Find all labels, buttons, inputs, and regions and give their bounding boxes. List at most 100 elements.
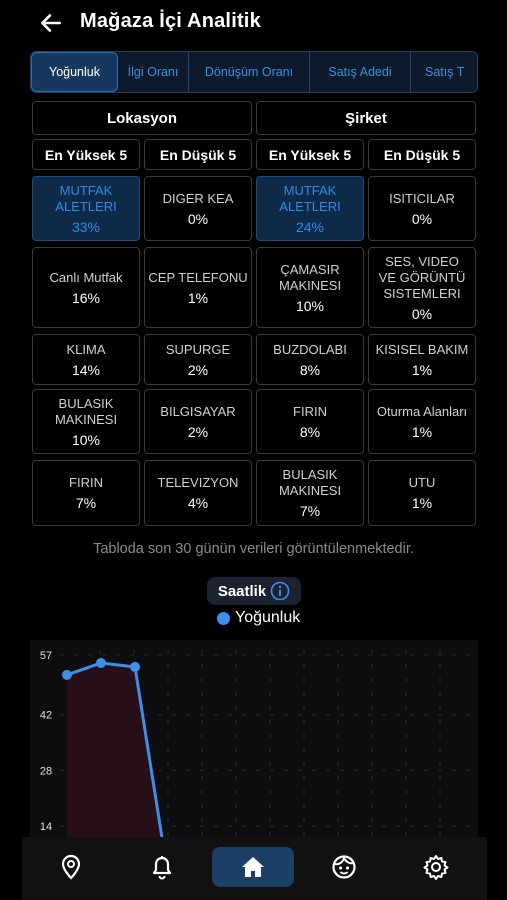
- cell-label: BULASIK MAKINESI: [54, 395, 118, 427]
- line-chart: 57 42 28 14: [40, 650, 470, 840]
- cell-value: 7%: [299, 503, 321, 519]
- legend-label: Yoğunluk: [235, 609, 301, 626]
- tab-donusum-orani[interactable]: Dönüşüm Oranı: [189, 52, 310, 92]
- cell-value: 2%: [187, 423, 209, 440]
- subheader-2: En Yüksek 5: [256, 139, 364, 170]
- cell-value: 16%: [71, 289, 101, 306]
- cell-label: CEP TELEFONU: [148, 269, 248, 285]
- nav-home[interactable]: [212, 847, 294, 887]
- y-tick-label: 57: [40, 650, 52, 662]
- cell-label: KISISEL BAKIM: [375, 341, 469, 357]
- table-cell[interactable]: TELEVIZYON 4%: [144, 460, 252, 526]
- table-cell[interactable]: Oturma Alanları 1%: [368, 389, 476, 454]
- cell-label: BILGISAYAR: [160, 403, 236, 419]
- cell-value: 0%: [187, 210, 209, 227]
- y-tick-label: 42: [40, 710, 52, 722]
- chart-legend: Yoğunluk: [217, 609, 300, 627]
- table-cell[interactable]: BULASIK MAKINESI 10%: [32, 389, 140, 454]
- nav-notifications[interactable]: [139, 847, 185, 887]
- nav-face[interactable]: [321, 847, 367, 887]
- gear-icon: [423, 855, 449, 880]
- table-cell[interactable]: Canlı Mutfak 16%: [32, 247, 140, 328]
- table-cell[interactable]: KISISEL BAKIM 1%: [368, 334, 476, 385]
- group-header-sirket: Şirket: [256, 101, 476, 135]
- legend-swatch: [217, 611, 230, 625]
- cell-label: MUTFAK ALETLERI: [279, 182, 341, 214]
- table-cell[interactable]: DIGER KEA 0%: [144, 176, 252, 241]
- cell-label: MUTFAK ALETLERI: [55, 182, 117, 214]
- cell-label: Canlı Mutfak: [49, 269, 123, 285]
- table-cell[interactable]: MUTFAK ALETLERI 24%: [256, 176, 364, 241]
- cell-value: 10%: [295, 297, 325, 314]
- cell-label: UTU: [408, 475, 436, 490]
- tab-satis-tutari[interactable]: Satış T: [411, 52, 477, 92]
- y-tick-label: 14: [40, 821, 52, 833]
- density-chart: 57 42 28 14: [30, 640, 478, 840]
- subheader-1: En Düşük 5: [144, 139, 252, 170]
- table-cell[interactable]: MUTFAK ALETLERI 33%: [32, 176, 140, 241]
- cell-label: BUZDOLABI: [273, 341, 347, 357]
- period-selector[interactable]: Saatlik: [207, 577, 301, 605]
- cell-value: 0%: [411, 305, 433, 322]
- face-icon: [332, 855, 356, 879]
- table-cell[interactable]: BILGISAYAR 2%: [144, 389, 252, 454]
- table-cell[interactable]: SES, VIDEO VE GÖRÜNTÜ SISTEMLERI 0%: [368, 247, 476, 328]
- cell-value: 10%: [71, 431, 101, 448]
- info-icon[interactable]: [270, 581, 290, 601]
- cell-label: SES, VIDEO VE GÖRÜNTÜ SISTEMLERI: [378, 253, 466, 301]
- app-header: Mağaza İçi Analitik: [0, 0, 507, 46]
- cell-value: 1%: [411, 423, 433, 440]
- cell-label: Oturma Alanları: [376, 403, 468, 419]
- table-cell[interactable]: CEP TELEFONU 1%: [144, 247, 252, 328]
- cell-value: 7%: [75, 495, 97, 511]
- cell-value: 1%: [187, 289, 209, 306]
- bell-icon: [152, 856, 172, 880]
- tab-yogunluk[interactable]: Yoğunluk: [31, 52, 118, 92]
- table-cell[interactable]: BUZDOLABI 8%: [256, 334, 364, 385]
- cell-label: KLIMA: [66, 341, 106, 357]
- cell-value: 33%: [71, 218, 101, 235]
- table-note: Tabloda son 30 günün verileri görüntülen…: [93, 541, 414, 557]
- nav-settings[interactable]: [413, 847, 459, 887]
- table-cell[interactable]: ÇAMASIR MAKINESI 10%: [256, 247, 364, 328]
- nav-location[interactable]: [48, 847, 94, 887]
- table-cell[interactable]: KLIMA 14%: [32, 334, 140, 385]
- period-label: Saatlik: [217, 582, 267, 600]
- table-cell[interactable]: SUPURGE 2%: [144, 334, 252, 385]
- cell-label: TELEVIZYON: [157, 475, 239, 490]
- series-area: [67, 662, 169, 840]
- subheader-3: En Düşük 5: [368, 139, 476, 170]
- group-header-lokasyon: Lokasyon: [32, 101, 252, 135]
- tab-ilgi-orani[interactable]: İlgi Oranı: [118, 52, 189, 92]
- cell-value: 1%: [411, 495, 433, 511]
- cell-label: ÇAMASIR MAKINESI: [278, 261, 342, 293]
- table-cell[interactable]: FIRIN 8%: [256, 389, 364, 454]
- cell-value: 24%: [295, 218, 325, 235]
- cell-value: 8%: [299, 423, 321, 440]
- cell-label: SUPURGE: [165, 341, 231, 357]
- back-arrow-icon[interactable]: [38, 10, 64, 36]
- cell-label: FIRIN: [293, 403, 327, 419]
- cell-value: 8%: [299, 361, 321, 378]
- cell-label: ISITICILAR: [389, 190, 455, 206]
- cell-value: 0%: [411, 210, 433, 227]
- cell-value: 4%: [187, 495, 209, 511]
- cell-label: BULASIK MAKINESI: [278, 467, 342, 498]
- data-point: [130, 661, 140, 672]
- cell-value: 1%: [411, 361, 433, 378]
- cell-value: 14%: [71, 361, 101, 378]
- table-cell[interactable]: FIRIN 7%: [32, 460, 140, 526]
- location-icon: [61, 854, 81, 880]
- table-cell[interactable]: UTU 1%: [368, 460, 476, 526]
- metric-tabs: Yoğunluk İlgi Oranı Dönüşüm Oranı Satış …: [30, 51, 478, 93]
- subheader-0: En Yüksek 5: [32, 139, 140, 170]
- table-cell[interactable]: ISITICILAR 0%: [368, 176, 476, 241]
- table-cell[interactable]: BULASIK MAKINESI 7%: [256, 460, 364, 526]
- cell-label: FIRIN: [69, 475, 103, 490]
- cell-label: DIGER KEA: [162, 190, 234, 206]
- y-tick-label: 28: [40, 765, 52, 777]
- cell-value: 2%: [187, 361, 209, 378]
- page-title: Mağaza İçi Analitik: [80, 10, 261, 32]
- tab-satis-adedi[interactable]: Satış Adedi: [310, 52, 411, 92]
- home-icon: [242, 857, 264, 877]
